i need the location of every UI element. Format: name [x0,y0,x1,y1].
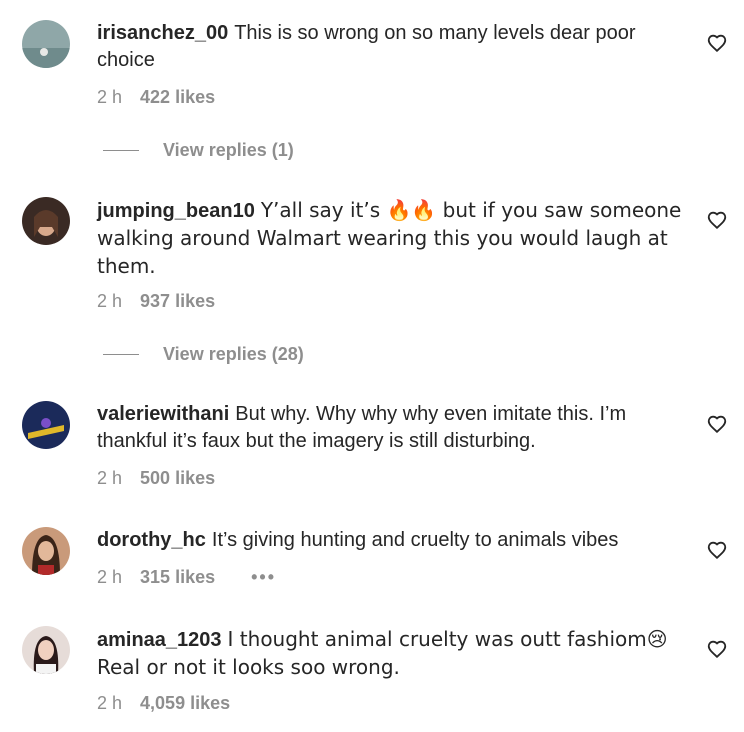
comment-meta: 2 h 937 likes [97,291,215,312]
comment-time[interactable]: 2 h [97,291,122,312]
comment-likes[interactable]: 937 likes [140,291,215,312]
heart-outline-icon[interactable] [706,32,728,54]
comment-time[interactable]: 2 h [97,468,122,489]
heart-outline-icon[interactable] [706,539,728,561]
comment-time[interactable]: 2 h [97,693,122,714]
heart-outline-icon[interactable] [706,413,728,435]
comment-meta: 2 h 4,059 likes [97,693,230,714]
comment-username[interactable]: dorothy_hc [97,529,206,551]
comment-text: jumping_bean10 Y’all say it’s 🔥🔥 but if y… [97,197,697,281]
comment-body: It’s giving hunting and cruelty to anima… [211,529,619,551]
comment-text: aminaa_1203 I thought animal cruelty was … [97,626,697,682]
comment-text: valeriewithani But why. Why why why even … [97,401,697,455]
comment-username[interactable]: jumping_bean10 [97,200,255,222]
comment-time[interactable]: 2 h [97,567,122,588]
more-options-icon[interactable]: ••• [251,567,276,588]
replies-divider [103,150,139,151]
comment-meta: 2 h 422 likes [97,87,215,108]
comment-likes[interactable]: 422 likes [140,87,215,108]
comment-username[interactable]: aminaa_1203 [97,629,222,651]
comment-time[interactable]: 2 h [97,87,122,108]
comment-meta: 2 h 315 likes ••• [97,567,276,588]
comment-text: irisanchez_00 This is so wrong on so many… [97,20,697,74]
view-replies-button[interactable]: View replies (1) [103,140,294,161]
avatar[interactable] [22,626,70,674]
avatar[interactable] [22,197,70,245]
comment-likes[interactable]: 500 likes [140,468,215,489]
comment-likes[interactable]: 4,059 likes [140,693,230,714]
comment-username[interactable]: irisanchez_00 [97,22,228,44]
comment-meta: 2 h 500 likes [97,468,215,489]
heart-outline-icon[interactable] [706,209,728,231]
avatar[interactable] [22,527,70,575]
comment-likes[interactable]: 315 likes [140,567,215,588]
heart-outline-icon[interactable] [706,638,728,660]
view-replies-label[interactable]: View replies (1) [163,140,294,161]
replies-divider [103,354,139,355]
avatar[interactable] [22,20,70,68]
view-replies-button[interactable]: View replies (28) [103,344,304,365]
comment-username[interactable]: valeriewithani [97,403,229,425]
comment-text: dorothy_hc It’s giving hunting and cruelt… [97,527,697,554]
view-replies-label[interactable]: View replies (28) [163,344,304,365]
avatar[interactable] [22,401,70,449]
